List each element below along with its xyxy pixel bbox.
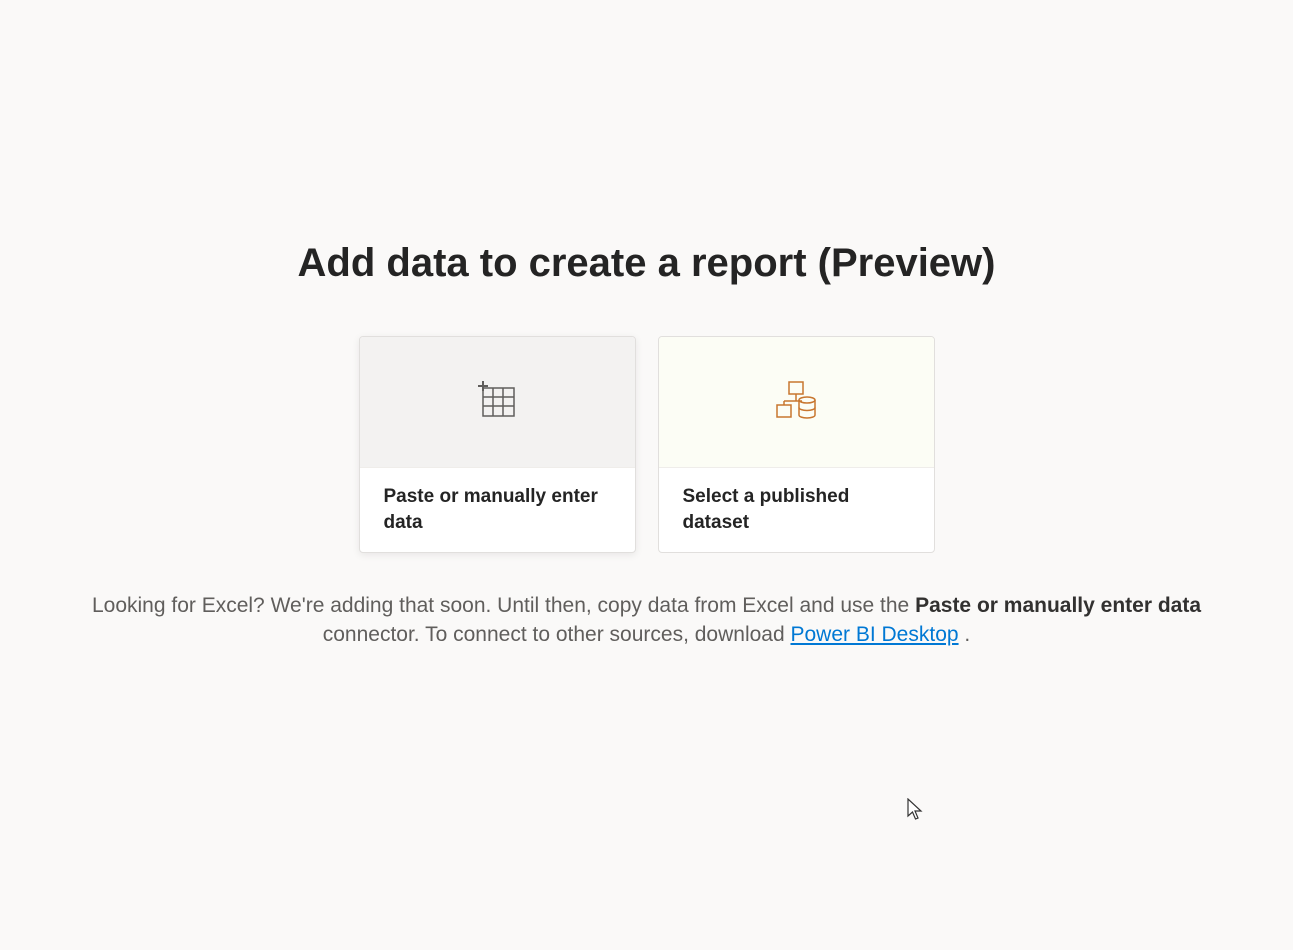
help-text-part2: connector. To connect to other sources, …: [323, 623, 791, 646]
cards-container: Paste or manually enter data: [359, 336, 935, 553]
dataset-icon: [770, 373, 822, 430]
help-text: Looking for Excel? We're adding that soo…: [27, 591, 1267, 650]
published-dataset-label-area: Select a published dataset: [659, 468, 934, 551]
paste-data-label-area: Paste or manually enter data: [360, 468, 635, 551]
main-content: Add data to create a report (Preview): [27, 241, 1267, 650]
published-dataset-label: Select a published dataset: [683, 484, 910, 535]
published-dataset-card[interactable]: Select a published dataset: [658, 336, 935, 553]
paste-data-card[interactable]: Paste or manually enter data: [359, 336, 636, 553]
paste-data-label: Paste or manually enter data: [384, 484, 611, 535]
cursor-icon: [907, 798, 925, 827]
table-plus-icon: [473, 375, 521, 428]
published-dataset-icon-area: [659, 337, 934, 469]
paste-data-icon-area: [360, 337, 635, 469]
help-text-bold: Paste or manually enter data: [915, 594, 1201, 617]
power-bi-desktop-link[interactable]: Power BI Desktop: [790, 623, 958, 646]
page-title: Add data to create a report (Preview): [298, 241, 996, 286]
help-text-part1: Looking for Excel? We're adding that soo…: [92, 594, 915, 617]
help-text-part3: .: [964, 623, 970, 646]
